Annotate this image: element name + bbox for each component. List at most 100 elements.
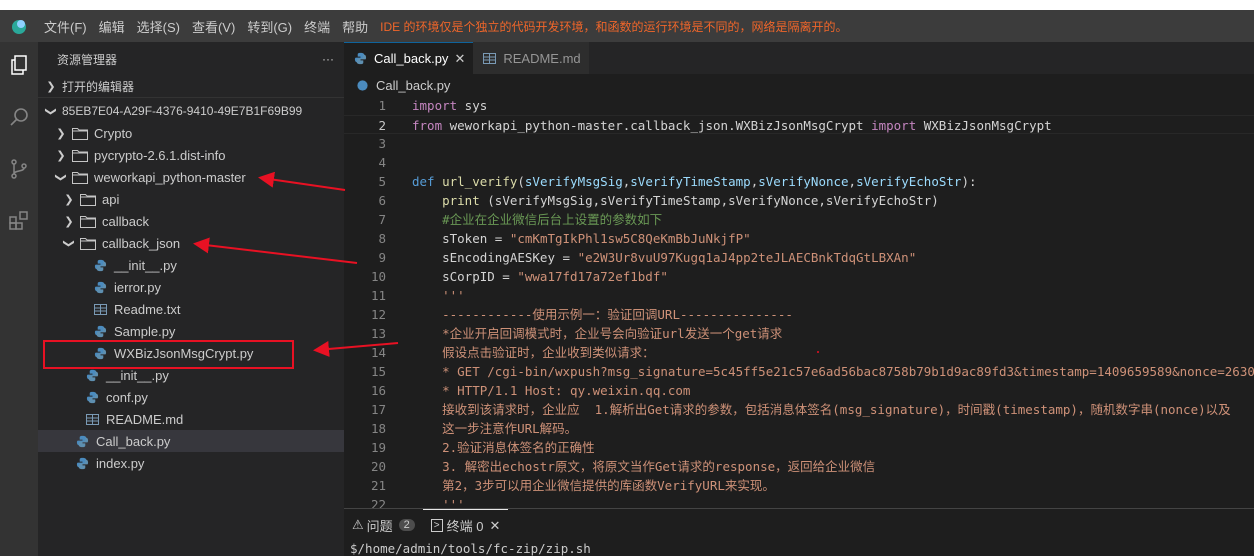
tree-item[interactable]: index.py — [38, 452, 344, 474]
code-token: "e2W3Ur8vuU97Kugq1aJ4pp2teJLAECBnkTdqGtL… — [577, 250, 917, 265]
search-icon[interactable] — [0, 98, 38, 136]
code-line: 5 def url_verify(sVerifyMsgSig, sVerifyTim… — [344, 172, 1254, 191]
tree-item-label: Readme.txt — [114, 301, 181, 317]
line-number: 14 — [370, 345, 386, 360]
code-line: 10 sCorpID = "wwa17fd17a72ef1bdf" — [344, 267, 1254, 286]
extensions-icon[interactable] — [0, 202, 38, 240]
menu-view[interactable]: 查看(V) — [186, 17, 241, 36]
code-token: 这一步注意作URL解码。 — [412, 421, 578, 436]
code-line: 14 假设点击验证时，企业收到类似请求： — [344, 343, 1254, 362]
source-control-icon[interactable] — [0, 150, 38, 188]
open-editors-label: 打开的编辑器 — [62, 80, 135, 94]
menu-file[interactable]: 文件(F) — [38, 17, 93, 36]
terminal-output[interactable]: $/home/admin/tools/fc-zip/zip.sh — [344, 541, 1254, 557]
code-text: ------------使用示例一：验证回调URL--------------- — [412, 305, 793, 324]
code-token: sVerifyMsgSig — [524, 174, 623, 189]
code-token: sys — [457, 98, 488, 113]
code-token: *企业开启回调模式时，企业号会向验证url发送一个get请求 — [412, 326, 783, 341]
line-number: 15 — [370, 364, 386, 379]
tree-item-label: ierror.py — [114, 279, 161, 295]
code-text: 接收到该请求时，企业应 1.解析出Get请求的参数，包括消息体签名(msg_si… — [412, 400, 1231, 419]
explorer-icon[interactable] — [0, 46, 38, 84]
line-number: 20 — [370, 459, 386, 474]
folder-icon — [80, 192, 96, 206]
tree-item[interactable]: ❯ weworkapi_python-master — [38, 166, 344, 188]
tree-item[interactable]: ierror.py — [38, 276, 344, 298]
code-token: 第2，3步可以用企业微信提供的库函数VerifyURL来实现。 — [412, 478, 775, 493]
code-text: sToken = "cmKmTgIkPhl1sw5C8QeKmBbJuNkjfP… — [412, 229, 751, 248]
python-file-icon — [92, 280, 108, 294]
code-text: def url_verify(sVerifyMsgSig, sVerifyTime… — [412, 172, 977, 191]
breadcrumb[interactable]: Call_back.py — [344, 74, 1254, 96]
folder-icon — [80, 214, 96, 228]
tree-item-label: WXBizJsonMsgCrypt.py — [114, 345, 254, 361]
close-tab-icon[interactable]: ✕ — [454, 51, 465, 67]
tab-call-back-py[interactable]: Call_back.py ✕ — [344, 42, 474, 74]
python-file-icon — [352, 52, 368, 66]
code-token: sVerifyEchoStr — [856, 174, 962, 189]
close-terminal-icon[interactable]: ✕ — [489, 518, 500, 534]
tree-item[interactable]: WXBizJsonMsgCrypt.py — [38, 342, 344, 364]
line-number: 21 — [370, 478, 386, 493]
code-token: ------------使用示例一：验证回调URL--------------- — [412, 307, 793, 322]
code-token: url_verify — [442, 174, 518, 189]
tree-item[interactable]: __init__.py — [38, 364, 344, 386]
tree-item-label: weworkapi_python-master — [94, 169, 246, 185]
line-number: 19 — [370, 440, 386, 455]
code-token: ): — [961, 174, 977, 189]
code-token: * GET /cgi-bin/wxpush?msg_signature=5c45… — [442, 364, 1254, 379]
tree-item[interactable]: Readme.txt — [38, 298, 344, 320]
tab-problems[interactable]: ⚠ 问题 2 — [344, 509, 423, 541]
code-text: *企业开启回调模式时，企业号会向验证url发送一个get请求 — [412, 324, 782, 343]
code-token: , — [848, 174, 857, 189]
tree-item[interactable]: ❯ pycrypto-2.6.1.dist-info — [38, 144, 344, 166]
tree-item-label: pycrypto-2.6.1.dist-info — [94, 147, 226, 163]
menu-selection[interactable]: 选择(S) — [131, 17, 186, 36]
code-line: 13 *企业开启回调模式时，企业号会向验证url发送一个get请求 — [344, 324, 1254, 343]
code-line: 8 sToken = "cmKmTgIkPhl1sw5C8QeKmBbJuNkj… — [344, 229, 1254, 248]
code-text: import sys — [412, 96, 487, 115]
menu-edit[interactable]: 编辑 — [93, 17, 131, 36]
environment-notice: IDE 的环境仅是个独立的代码开发环境，和函数的运行环境是不同的，网络是隔离开的… — [380, 19, 848, 34]
tree-item[interactable]: Sample.py — [38, 320, 344, 342]
line-number: 17 — [370, 402, 386, 417]
tree-item[interactable]: ❯ callback — [38, 210, 344, 232]
folder-icon — [72, 148, 88, 162]
code-text: 这一步注意作URL解码。 — [412, 419, 577, 438]
line-number: 13 — [370, 326, 386, 341]
tree-item[interactable]: Call_back.py — [38, 430, 344, 452]
tab-terminal[interactable]: > 终端 0 ✕ — [422, 509, 509, 541]
more-actions-button[interactable]: ··· — [322, 52, 334, 66]
menu-terminal[interactable]: 终端 — [298, 17, 336, 36]
open-editors-section[interactable]: ❯ 打开的编辑器 — [38, 76, 344, 98]
tree-item[interactable]: README.md — [38, 408, 344, 430]
code-text: 第2，3步可以用企业微信提供的库函数VerifyURL来实现。 — [412, 476, 775, 495]
workspace-root[interactable]: ❯ 85EB7E04-A29F-4376-9410-49E7B1F69B99 — [38, 100, 344, 122]
tree-item[interactable]: conf.py — [38, 386, 344, 408]
tree-item[interactable]: ❯ Crypto — [38, 122, 344, 144]
code-editor[interactable]: 1 import sys 2 from weworkapi_python-master… — [344, 96, 1254, 508]
line-number: 4 — [378, 155, 386, 170]
workspace-root-label: 85EB7E04-A29F-4376-9410-49E7B1F69B99 — [62, 104, 303, 118]
chevron-down-icon: ❯ — [54, 172, 67, 182]
code-token: ''' — [412, 497, 465, 508]
code-token: 2.验证消息体签名的正确性 — [412, 440, 595, 455]
tree-item[interactable]: __init__.py — [38, 254, 344, 276]
tree-item[interactable]: ❯ api — [38, 188, 344, 210]
tab-readme-md[interactable]: README.md — [473, 42, 589, 74]
line-number: 3 — [378, 136, 386, 151]
folder-icon — [80, 236, 96, 250]
tree-item[interactable]: ❯ callback_json — [38, 232, 344, 254]
menu-help[interactable]: 帮助 — [336, 17, 374, 36]
folder-icon — [72, 126, 88, 140]
code-token: def — [412, 174, 435, 189]
warning-icon: ⚠ — [352, 517, 364, 532]
tree-item-label: Call_back.py — [96, 433, 171, 449]
menu-go[interactable]: 转到(G) — [241, 17, 298, 36]
code-token: import — [871, 118, 917, 133]
line-number: 1 — [378, 98, 386, 113]
terminal-line: $/home/admin/tools/fc-zip/zip.sh — [350, 541, 591, 556]
line-number: 6 — [378, 193, 386, 208]
code-line: 22 ''' — [344, 495, 1254, 508]
